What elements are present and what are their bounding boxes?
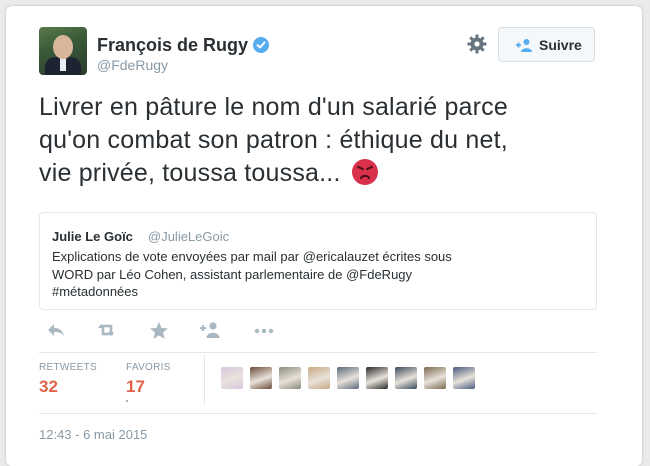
tweet-text: Livrer en pâture le nom d'un salarié par… (39, 91, 599, 190)
tweet-timestamp[interactable]: 12:43 - 6 mai 2015 (39, 427, 147, 442)
follow-label: Suivre (539, 37, 582, 53)
gear-icon[interactable] (467, 34, 487, 54)
favoriter-avatar[interactable] (250, 367, 272, 389)
retweets-count[interactable]: 32 (39, 377, 58, 397)
quoted-text: Explications de vote envoyées par mail p… (52, 248, 572, 301)
angry-face-icon (351, 159, 378, 185)
tweet-line-text: vie privée, toussa toussa... (39, 159, 341, 187)
favoriter-avatar[interactable] (221, 367, 243, 389)
favoriter-avatar[interactable] (279, 367, 301, 389)
tweet-line: vie privée, toussa toussa... (39, 157, 599, 190)
separator-dot (126, 400, 128, 402)
quoted-tweet[interactable]: Julie Le Goïc @JulieLeGoic Explications … (39, 212, 597, 310)
more-icon[interactable] (253, 320, 275, 340)
quoted-line: #métadonnées (52, 284, 139, 299)
favoriter-avatar[interactable] (453, 367, 475, 389)
favoriter-avatar[interactable] (308, 367, 330, 389)
follow-button[interactable]: Suivre (498, 27, 595, 62)
quoted-author-handle: @JulieLeGoic (148, 229, 230, 244)
quoted-line: WORD par Léo Cohen, assistant parlementa… (52, 266, 413, 282)
retweets-label[interactable]: RETWEETS (39, 362, 97, 373)
follow-icon[interactable] (199, 320, 221, 340)
author-name[interactable]: François de Rugy (97, 35, 248, 56)
favoriter-avatar[interactable] (395, 367, 417, 389)
quoted-author-name: Julie Le Goïc (52, 229, 133, 244)
favorite-icon[interactable] (148, 320, 170, 340)
divider (39, 352, 597, 353)
author-avatar[interactable] (39, 27, 87, 75)
tweet-line: qu'on combat son patron : éthique du net… (39, 126, 508, 154)
retweet-icon[interactable] (96, 320, 118, 340)
favoriter-avatar[interactable] (337, 367, 359, 389)
author-handle[interactable]: @FdeRugy (97, 57, 168, 73)
favoriter-avatar[interactable] (366, 367, 388, 389)
favorites-label[interactable]: FAVORIS (126, 362, 171, 373)
favorites-count[interactable]: 17 (126, 377, 145, 397)
favoriter-avatar[interactable] (424, 367, 446, 389)
reply-icon[interactable] (45, 320, 67, 340)
add-user-icon (516, 39, 532, 52)
quoted-line: Explications de vote envoyées par mail p… (52, 249, 452, 264)
tweet-line: Livrer en pâture le nom d'un salarié par… (39, 93, 508, 121)
stats-separator (204, 355, 205, 405)
divider (39, 413, 597, 414)
verified-badge-icon (253, 37, 269, 53)
